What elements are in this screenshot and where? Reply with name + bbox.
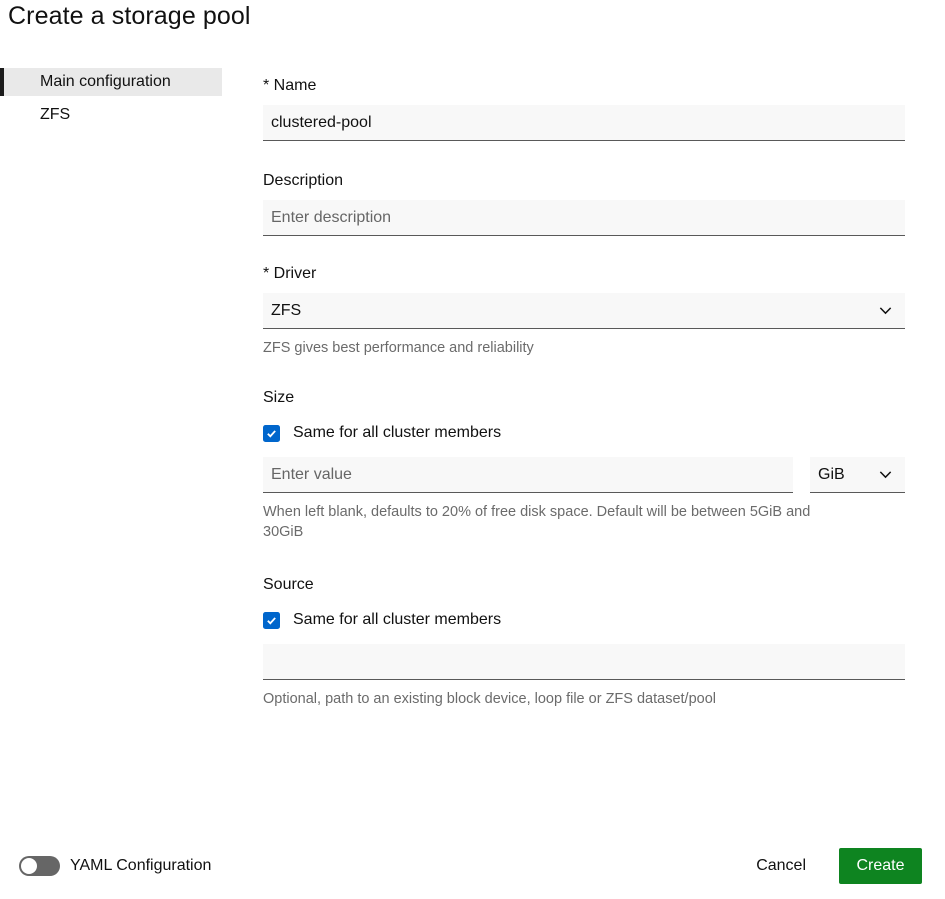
sidebar-item-main-configuration[interactable]: Main configuration: [0, 68, 222, 96]
size-cluster-checkbox-label: Same for all cluster members: [293, 424, 501, 442]
size-help-text: When left blank, defaults to 20% of free…: [263, 502, 835, 542]
description-label: Description: [263, 171, 905, 191]
size-label: Size: [263, 388, 905, 408]
sidebar-item-zfs[interactable]: ZFS: [0, 101, 222, 129]
storage-pool-form: * Name Description * Driver ZFS ZFS give…: [263, 76, 905, 709]
source-input[interactable]: [263, 644, 905, 680]
source-help-text: Optional, path to an existing block devi…: [263, 689, 835, 709]
source-cluster-checkbox-label: Same for all cluster members: [293, 611, 501, 629]
source-label: Source: [263, 575, 905, 595]
dialog-footer: YAML Configuration Cancel Create: [0, 833, 945, 899]
yaml-configuration-label: YAML Configuration: [70, 857, 211, 875]
chevron-down-icon: [878, 467, 893, 482]
name-input[interactable]: [263, 105, 905, 141]
driver-select[interactable]: ZFS: [263, 293, 905, 329]
create-button[interactable]: Create: [839, 848, 922, 884]
source-cluster-checkbox-row[interactable]: Same for all cluster members: [263, 611, 905, 629]
checkbox-checked-icon[interactable]: [263, 425, 280, 442]
driver-select-value: ZFS: [271, 302, 301, 320]
size-input[interactable]: [263, 457, 793, 493]
size-cluster-checkbox-row[interactable]: Same for all cluster members: [263, 424, 905, 442]
cancel-button[interactable]: Cancel: [756, 857, 806, 875]
toggle-knob: [21, 858, 37, 874]
yaml-configuration-toggle[interactable]: YAML Configuration: [19, 856, 211, 876]
toggle-switch-icon[interactable]: [19, 856, 60, 876]
driver-label: * Driver: [263, 264, 905, 284]
name-label: * Name: [263, 76, 905, 96]
form-sidebar: Main configuration ZFS: [0, 68, 222, 134]
page-title: Create a storage pool: [8, 2, 251, 31]
size-unit-select[interactable]: GiB: [810, 457, 905, 493]
driver-help-text: ZFS gives best performance and reliabili…: [263, 338, 835, 358]
chevron-down-icon: [878, 303, 893, 318]
description-input[interactable]: [263, 200, 905, 236]
size-unit-value: GiB: [818, 466, 845, 484]
checkbox-checked-icon[interactable]: [263, 612, 280, 629]
